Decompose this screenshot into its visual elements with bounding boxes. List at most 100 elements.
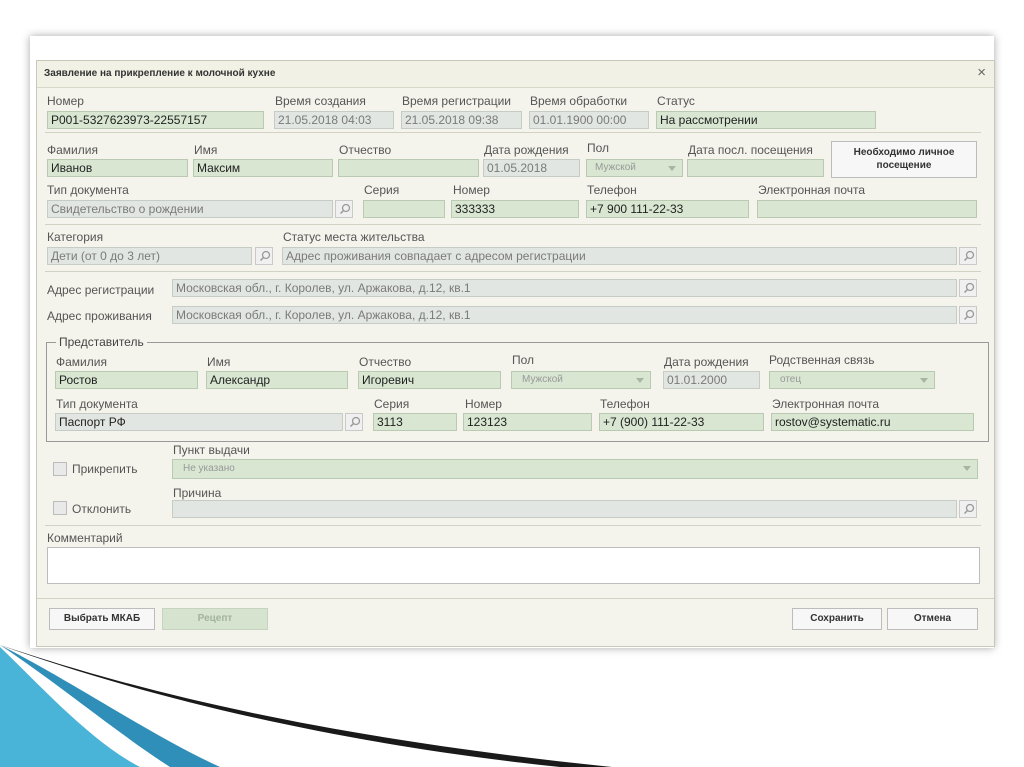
separator [45, 132, 981, 133]
email-field[interactable] [757, 200, 977, 218]
doc-type-field[interactable]: Свидетельство о рождении [47, 200, 333, 218]
category-search-button[interactable] [255, 247, 273, 265]
live-address-search-button[interactable] [959, 306, 977, 324]
residence-status-label: Статус места жительства [283, 230, 425, 244]
rep-relation-select[interactable]: отец [769, 371, 935, 389]
lastname-field[interactable]: Иванов [47, 159, 188, 177]
reg-address-search-button[interactable] [959, 279, 977, 297]
search-icon [349, 416, 361, 428]
rep-patronymic-field[interactable]: Игоревич [358, 371, 501, 389]
registered-label: Время регистрации [402, 94, 511, 108]
rep-series-label: Серия [374, 397, 410, 411]
comment-label: Комментарий [47, 531, 123, 545]
birthdate-label: Дата рождения [484, 143, 569, 157]
personal-visit-button[interactable]: Необходимо личное посещение [831, 141, 977, 178]
recipe-button[interactable]: Рецепт [162, 608, 268, 630]
rep-lastname-field[interactable]: Ростов [55, 371, 198, 389]
rep-gender-select[interactable]: Мужской [511, 371, 651, 389]
issue-point-value: Не указано [183, 463, 235, 474]
doc-type-search-button[interactable] [335, 200, 353, 218]
deco-blue-shape [0, 647, 140, 767]
rep-doc-type-label: Тип документа [56, 397, 138, 411]
gender-select[interactable]: Мужской [586, 159, 683, 177]
rep-phone-field[interactable]: +7 (900) 111-22-33 [599, 413, 764, 431]
birthdate-field[interactable]: 01.05.2018 [483, 159, 580, 177]
separator [45, 525, 981, 526]
cancel-button[interactable]: Отмена [887, 608, 978, 630]
issue-point-select[interactable]: Не указано [172, 459, 978, 479]
chevron-down-icon [636, 378, 644, 383]
rep-doc-type-field[interactable]: Паспорт РФ [55, 413, 343, 431]
reason-field[interactable] [172, 500, 957, 518]
reg-address-label: Адрес регистрации [47, 283, 155, 297]
rep-email-label: Электронная почта [772, 397, 880, 411]
rep-relation-value: отец [780, 374, 802, 385]
status-field[interactable]: На рассмотрении [656, 111, 876, 129]
patronymic-label: Отчество [339, 143, 392, 157]
doc-type-label: Тип документа [47, 183, 129, 197]
residence-status-field[interactable]: Адрес проживания совпадает с адресом рег… [282, 247, 957, 265]
representative-legend: Представитель [56, 335, 147, 349]
chevron-down-icon [668, 166, 676, 171]
reg-address-field[interactable]: Московская обл., г. Королев, ул. Аржаков… [172, 279, 957, 297]
residence-search-button[interactable] [959, 247, 977, 265]
reason-search-button[interactable] [959, 500, 977, 518]
reject-checkbox[interactable] [53, 501, 67, 515]
live-address-field[interactable]: Московская обл., г. Королев, ул. Аржаков… [172, 306, 957, 324]
issue-point-label: Пункт выдачи [173, 443, 250, 457]
close-icon[interactable]: × [977, 64, 986, 82]
status-label: Статус [657, 94, 695, 108]
search-icon [963, 503, 975, 515]
rep-firstname-field[interactable]: Александр [206, 371, 348, 389]
save-button[interactable]: Сохранить [792, 608, 882, 630]
rep-email-field[interactable]: rostov@systematic.ru [771, 413, 974, 431]
last-visit-label: Дата посл. посещения [688, 143, 813, 157]
rep-birthdate-label: Дата рождения [664, 355, 749, 369]
firstname-label: Имя [194, 143, 218, 157]
rep-series-field[interactable]: 3113 [373, 413, 457, 431]
rep-gender-value: Мужской [522, 374, 563, 385]
series-field[interactable] [363, 200, 445, 218]
number-label: Номер [47, 94, 84, 108]
separator [45, 224, 981, 225]
last-visit-field[interactable] [687, 159, 824, 177]
chevron-down-icon [963, 466, 971, 471]
attach-label: Прикрепить [72, 462, 138, 476]
chevron-down-icon [920, 378, 928, 383]
category-field[interactable]: Дети (от 0 до 3 лет) [47, 247, 252, 265]
search-icon [339, 203, 351, 215]
rep-doc-type-search-button[interactable] [345, 413, 363, 431]
created-field[interactable]: 21.05.2018 04:03 [274, 111, 394, 129]
representative-group: Представитель Фамилия Ростов Имя Алексан… [46, 335, 989, 442]
rep-firstname-label: Имя [207, 355, 231, 369]
rep-phone-label: Телефон [600, 397, 650, 411]
lastname-label: Фамилия [47, 143, 98, 157]
select-mkab-button[interactable]: Выбрать МКАБ [49, 608, 155, 630]
reject-label: Отклонить [72, 502, 132, 516]
dialog-titlebar: Заявление на прикрепление к молочной кух… [37, 61, 994, 88]
comment-textarea[interactable] [47, 547, 980, 584]
rep-birthdate-field[interactable]: 01.01.2000 [663, 371, 760, 389]
number-field[interactable]: Р001-5327623973-22557157 [47, 111, 264, 129]
search-icon [259, 250, 271, 262]
attach-checkbox[interactable] [53, 462, 67, 476]
separator [45, 271, 981, 272]
series-label: Серия [364, 183, 400, 197]
registered-field[interactable]: 21.05.2018 09:38 [401, 111, 522, 129]
processed-label: Время обработки [530, 94, 628, 108]
search-icon [963, 309, 975, 321]
firstname-field[interactable]: Максим [193, 159, 333, 177]
doc-number-field[interactable]: 333333 [451, 200, 579, 218]
phone-field[interactable]: +7 900 111-22-33 [586, 200, 749, 218]
rep-patronymic-label: Отчество [359, 355, 412, 369]
doc-number-label: Номер [453, 183, 490, 197]
rep-doc-number-label: Номер [465, 397, 502, 411]
email-label: Электронная почта [758, 183, 866, 197]
rep-doc-number-field[interactable]: 123123 [463, 413, 592, 431]
reason-label: Причина [173, 486, 222, 500]
processed-field[interactable]: 01.01.1900 00:00 [529, 111, 649, 129]
rep-gender-label: Пол [512, 353, 535, 367]
gender-label: Пол [587, 141, 610, 155]
decorative-swoosh [0, 645, 612, 767]
patronymic-field[interactable] [338, 159, 479, 177]
